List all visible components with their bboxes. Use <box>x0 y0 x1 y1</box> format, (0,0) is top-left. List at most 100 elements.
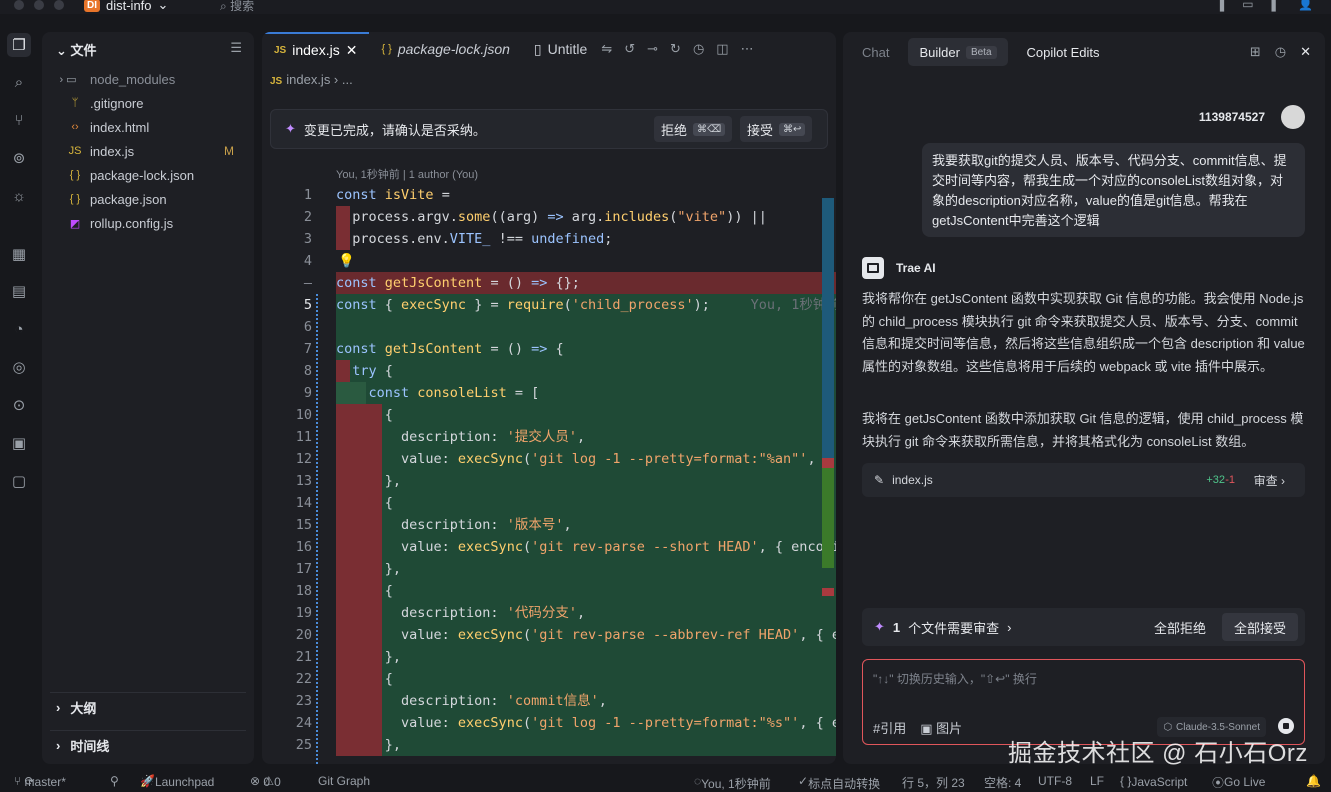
explorer-menu-icon[interactable]: ☰ <box>230 40 242 56</box>
file-item[interactable]: ᛘ .gitignore <box>54 91 244 115</box>
explorer-icon[interactable]: ❐ <box>7 33 31 57</box>
line-number: 8 <box>303 363 312 379</box>
accept-all-button[interactable]: 全部接受 <box>1222 613 1299 641</box>
go-forward-icon[interactable]: ↻ <box>670 41 681 57</box>
line-number: 13 <box>295 473 312 489</box>
blame-status[interactable]: ◌ You, 1秒钟前 <box>694 774 771 791</box>
image-button[interactable]: ▣ 图片 <box>920 718 962 737</box>
tab-copilot-edits[interactable]: Copilot Edits <box>1016 38 1111 66</box>
indentation[interactable]: 空格: 4 <box>984 774 1021 791</box>
project-switcher[interactable]: DI dist-info ⌄ <box>84 0 168 13</box>
tab-index-js[interactable]: JS index.js ✕ <box>262 32 370 66</box>
send-button[interactable] <box>1278 718 1294 734</box>
go-live[interactable]: ⦿ Go Live <box>1212 774 1265 791</box>
folder-icon[interactable]: ▤ <box>7 279 31 303</box>
source-control-icon[interactable]: ⑂ <box>7 108 31 132</box>
package-icon[interactable]: ▣ <box>7 431 31 455</box>
toggle-sidebar-icon[interactable]: ▐ <box>1216 0 1225 11</box>
breadcrumb-symbol[interactable]: ... <box>342 72 353 87</box>
file-item[interactable]: { } package-lock.json <box>54 163 244 187</box>
avatar <box>1281 105 1305 129</box>
file-item[interactable]: JS index.js M <box>54 139 244 163</box>
accept-button[interactable]: 接受 ⌘↩ <box>740 116 813 142</box>
cursor-position[interactable]: 行 5，列 23 <box>902 774 965 791</box>
pending-text[interactable]: 个文件需要审查 <box>908 618 999 637</box>
line-number: 20 <box>295 627 312 643</box>
remote-icon[interactable]: ⊚ <box>7 146 31 170</box>
debug-icon[interactable]: ☼ <box>7 184 31 208</box>
lightbulb-icon[interactable]: ⊙ <box>7 393 31 417</box>
line-number: 1 <box>303 187 312 203</box>
branch-status[interactable]: ⑂ master* ⟳ <box>14 774 66 789</box>
file-item[interactable]: ◩ rollup.config.js <box>54 211 244 235</box>
close-icon[interactable]: ✕ <box>1300 44 1311 60</box>
lines-added: +32 <box>1206 474 1225 486</box>
minimap[interactable] <box>822 198 834 598</box>
global-search[interactable]: ⌕ 搜索 <box>220 0 254 14</box>
autoconvert-status[interactable]: ✓ 标点自动转换 <box>798 774 880 791</box>
reject-label: 拒绝 <box>661 122 688 138</box>
rollup-icon: ◩ <box>69 217 81 230</box>
lightbulb-icon[interactable]: 💡 <box>338 250 355 272</box>
history-icon[interactable]: ◷ <box>1275 44 1286 60</box>
file-item[interactable]: { } package.json <box>54 187 244 211</box>
go-back-icon[interactable]: ↺ <box>624 41 635 57</box>
chevron-down-icon[interactable]: ⌄ <box>56 43 67 58</box>
line-number: 14 <box>295 495 312 511</box>
line-number: 23 <box>295 693 312 709</box>
new-chat-icon[interactable]: ⊞ <box>1250 44 1261 60</box>
codelens-blame[interactable]: You, 1秒钟前 | 1 author (You) <box>336 166 478 182</box>
file-item[interactable]: ‹› index.html <box>54 115 244 139</box>
commit-icon[interactable]: ⊸ <box>647 41 658 57</box>
review-link[interactable]: 审查 › <box>1254 472 1285 489</box>
file-item[interactable]: › ▭ node_modules <box>54 67 244 91</box>
edit-icon: ✎ <box>874 473 885 487</box>
git-graph-status[interactable]: Git Graph <box>318 774 370 788</box>
more-icon[interactable]: ⋯ <box>741 41 754 57</box>
split-editor-icon[interactable]: ◫ <box>716 41 728 57</box>
launchpad[interactable]: 🚀 Launchpad <box>140 774 214 789</box>
compare-icon[interactable]: ⇋ <box>601 41 612 57</box>
accept-label: 接受 <box>747 122 774 138</box>
language-mode[interactable]: { } JavaScript <box>1120 774 1187 789</box>
cite-label: 引用 <box>880 721 907 736</box>
maximize-window-button[interactable] <box>54 0 64 10</box>
outline-section[interactable]: › 大纲 <box>50 692 246 722</box>
close-window-button[interactable] <box>14 0 24 10</box>
close-icon[interactable]: ✕ <box>346 42 358 59</box>
toggle-panel-icon[interactable]: ▭ <box>1242 0 1253 11</box>
code-area[interactable]: 1 const isVite = 2 process.argv.some((arg… <box>262 184 836 764</box>
git-graph-icon[interactable]: ◔ <box>7 317 31 341</box>
reject-all-button[interactable]: 全部拒绝 <box>1142 613 1218 641</box>
watermark: 掘金技术社区 @ 石小石Orz <box>1008 740 1308 767</box>
breadcrumb-file[interactable]: index.js <box>286 72 330 87</box>
tab-chat[interactable]: Chat <box>851 38 900 66</box>
minimize-window-button[interactable] <box>34 0 44 10</box>
changed-file-card[interactable]: ✎ index.js +32 -1 审查 › <box>862 463 1305 497</box>
chevron-down-icon: ⌄ <box>157 0 169 12</box>
tab-untitled[interactable]: ▯ Untitle <box>522 32 599 66</box>
html-icon: ‹› <box>71 121 79 133</box>
tab-copilot-label: Copilot Edits <box>1026 44 1100 60</box>
accept-shortcut: ⌘↩ <box>779 122 806 136</box>
problems-status[interactable]: ⊗ 0 ⚠ 0 <box>250 774 281 789</box>
lines-removed: -1 <box>1225 474 1235 486</box>
timeline-icon[interactable]: ◷ <box>693 41 704 57</box>
notification-icon[interactable]: 🔔 <box>1306 774 1321 788</box>
timeline-section[interactable]: › 时间线 <box>50 730 246 760</box>
chat-icon[interactable]: ▢ <box>7 469 31 493</box>
eol[interactable]: LF <box>1090 774 1104 788</box>
encoding[interactable]: UTF-8 <box>1038 774 1072 788</box>
search-icon[interactable]: ⌕ <box>7 70 31 94</box>
browser-icon[interactable]: ◎ <box>7 355 31 379</box>
cite-button[interactable]: #引用 <box>873 718 906 737</box>
extensions-icon[interactable]: ▦ <box>7 242 31 266</box>
toggle-secondary-sidebar-icon[interactable]: ▌ <box>1272 0 1281 11</box>
tab-builder[interactable]: Builder Beta <box>908 38 1008 66</box>
line-number: 17 <box>295 561 312 577</box>
reject-button[interactable]: 拒绝 ⌘⌫ <box>654 116 733 142</box>
remote-status-icon[interactable]: ⚲ <box>110 774 119 788</box>
tab-package-lock[interactable]: { } package-lock.json <box>369 32 521 66</box>
account-icon[interactable]: 👤 <box>1298 0 1313 11</box>
line-number: 22 <box>295 671 312 687</box>
